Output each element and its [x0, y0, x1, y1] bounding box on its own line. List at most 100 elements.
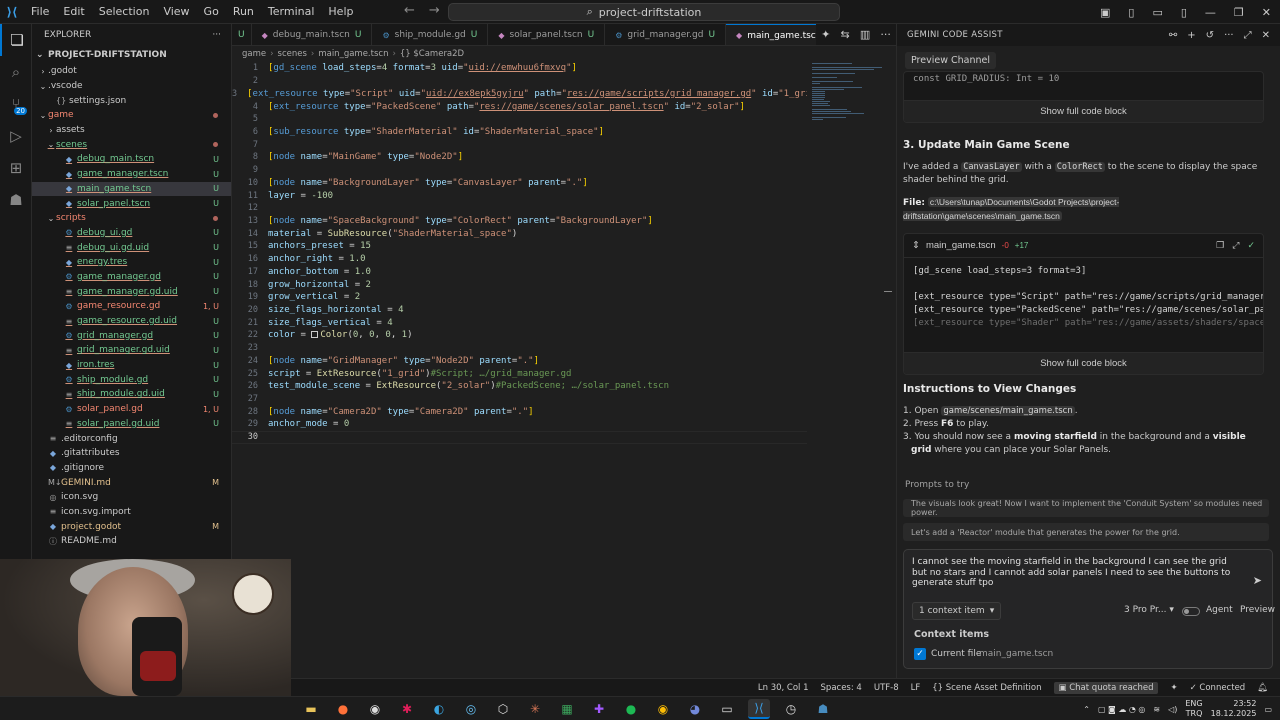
- menu-help[interactable]: Help: [321, 5, 360, 18]
- show-full-code-button[interactable]: Show full code block: [904, 352, 1263, 374]
- tree-item[interactable]: ≡ icon.svg.import: [32, 505, 231, 520]
- menu-edit[interactable]: Edit: [56, 5, 91, 18]
- new-chat-icon[interactable]: +: [1187, 30, 1195, 41]
- editor-tab[interactable]: ◆ solar_panel.tscn U: [488, 24, 606, 45]
- slack-icon[interactable]: ✱: [396, 699, 418, 719]
- minimize-icon[interactable]: —: [1196, 6, 1225, 19]
- restore-icon[interactable]: ❐: [1225, 6, 1253, 19]
- tree-item[interactable]: ◆ project.godot M: [32, 519, 231, 534]
- discord-icon[interactable]: ◕: [684, 699, 706, 719]
- tree-item[interactable]: ◆ energy.tres U: [32, 255, 231, 270]
- maximize-icon[interactable]: ⤢: [1244, 30, 1252, 41]
- volume-icon[interactable]: ◁): [1168, 705, 1177, 714]
- tree-item[interactable]: ⚙ game_manager.gd U: [32, 270, 231, 285]
- gemini-spark-icon[interactable]: ✦: [821, 28, 830, 41]
- sidebar-toggle-icon[interactable]: ▭: [1143, 6, 1171, 19]
- search-activity-icon[interactable]: ⌕: [0, 56, 32, 88]
- connection-status[interactable]: ✓ Connected: [1190, 683, 1246, 693]
- tray-overflow-icon[interactable]: ⌃: [1083, 705, 1090, 714]
- tree-item[interactable]: ◆ main_game.tscn U: [32, 181, 231, 197]
- tree-item[interactable]: ◆ solar_panel.tscn U: [32, 196, 231, 211]
- steam-icon[interactable]: ◎: [460, 699, 482, 719]
- input-language[interactable]: ENG TRQ: [1185, 699, 1202, 719]
- close-icon[interactable]: ✕: [1262, 30, 1270, 41]
- editor-tab[interactable]: ⚙ grid_manager.gd U: [605, 24, 727, 45]
- editor-tab[interactable]: ◆ debug_main.tscn U: [252, 24, 373, 45]
- show-full-code-button[interactable]: Show full code block: [904, 100, 1263, 122]
- run-debug-icon[interactable]: ▷: [0, 120, 32, 152]
- indentation[interactable]: Spaces: 4: [821, 683, 862, 693]
- file-path[interactable]: c:\Users\tunap\Documents\Godot Projects\…: [903, 197, 1120, 221]
- menu-run[interactable]: Run: [226, 5, 261, 18]
- unity-icon[interactable]: ⬡: [492, 699, 514, 719]
- language-mode[interactable]: {} Scene Asset Definition: [932, 683, 1041, 693]
- tree-item[interactable]: ≡ game_resource.gd.uid U: [32, 314, 231, 329]
- compare-icon[interactable]: ⇆: [840, 28, 849, 41]
- accept-icon[interactable]: ✓: [1247, 240, 1255, 251]
- command-center-search[interactable]: ⌕ project-driftstation: [448, 3, 840, 21]
- collapse-icon[interactable]: ⇕: [912, 240, 920, 251]
- godot-icon[interactable]: ☗: [0, 184, 32, 216]
- code-editor[interactable]: 1 [gd_scene load_steps=4 format=3 uid="ui…: [232, 62, 807, 462]
- tab-overflow[interactable]: U: [232, 24, 252, 45]
- tree-item[interactable]: ◆ .gitattributes: [32, 446, 231, 461]
- tree-item[interactable]: ≡ debug_ui.gd.uid U: [32, 240, 231, 255]
- menu-file[interactable]: File: [24, 5, 56, 18]
- expand-icon[interactable]: ⤢: [1232, 240, 1239, 251]
- gemini-spark-icon[interactable]: ✦: [1170, 683, 1177, 693]
- wifi-icon[interactable]: ≋: [1153, 705, 1160, 714]
- tree-item[interactable]: ≡ grid_manager.gd.uid U: [32, 343, 231, 358]
- terminal-icon[interactable]: ▭: [716, 699, 738, 719]
- forward-arrow-icon[interactable]: →: [429, 3, 440, 18]
- chat-input[interactable]: I cannot see the moving starfield in the…: [912, 557, 1242, 589]
- secondary-sidebar-icon[interactable]: ▯: [1172, 6, 1196, 19]
- system-clock[interactable]: 23:52 18.12.2025: [1211, 699, 1257, 719]
- workspace-root[interactable]: ⌄ PROJECT-DRIFTSTATION: [32, 46, 231, 64]
- copy-icon[interactable]: ❐: [1216, 240, 1224, 251]
- suggested-prompt[interactable]: Let's add a 'Reactor' module that genera…: [903, 523, 1269, 541]
- tree-item[interactable]: › assets: [32, 123, 231, 138]
- tree-item[interactable]: ⌄ game: [32, 108, 231, 123]
- chrome-icon[interactable]: ◉: [652, 699, 674, 719]
- more-actions-icon[interactable]: ···: [212, 30, 221, 40]
- tree-item[interactable]: ⌄ .vscode: [32, 79, 231, 94]
- clock-app-icon[interactable]: ◷: [780, 699, 802, 719]
- more-icon[interactable]: ···: [880, 28, 891, 41]
- menu-selection[interactable]: Selection: [92, 5, 157, 18]
- tree-item[interactable]: › .godot: [32, 64, 231, 79]
- breadcrumb-item[interactable]: {} $Camera2D: [400, 49, 464, 59]
- split-editor-icon[interactable]: ▥: [860, 28, 870, 41]
- notifications-icon[interactable]: 🔔︎: [1257, 683, 1268, 693]
- tree-item[interactable]: ◆ iron.tres U: [32, 358, 231, 373]
- vscode-icon[interactable]: ⟩⟨: [748, 699, 770, 719]
- breadcrumb-item[interactable]: game: [242, 49, 266, 59]
- godot-taskbar-icon[interactable]: ☗: [812, 699, 834, 719]
- tree-item[interactable]: ⚙ debug_ui.gd U: [32, 226, 231, 241]
- tree-item[interactable]: ◆ game_manager.tscn U: [32, 167, 231, 182]
- panel-toggle-icon[interactable]: ▯: [1119, 6, 1143, 19]
- tree-item[interactable]: M↓ GEMINI.md M: [32, 475, 231, 490]
- back-arrow-icon[interactable]: ←: [404, 3, 415, 18]
- claude-icon[interactable]: ✳: [524, 699, 546, 719]
- current-file-checkbox[interactable]: ✓: [914, 648, 926, 660]
- github-icon[interactable]: ◉: [364, 699, 386, 719]
- tree-item[interactable]: ◆ debug_main.tscn U: [32, 152, 231, 167]
- firefox-icon[interactable]: ●: [332, 699, 354, 719]
- preview-channel-button[interactable]: Preview Channel: [905, 52, 997, 69]
- tree-item[interactable]: ⚙ solar_panel.gd 1, U: [32, 402, 231, 417]
- tree-item[interactable]: {} settings.json: [32, 93, 231, 108]
- link-icon[interactable]: ⚯: [1169, 30, 1177, 41]
- send-icon[interactable]: ➤: [1253, 574, 1262, 587]
- tree-item[interactable]: ≡ game_manager.gd.uid U: [32, 284, 231, 299]
- tree-item[interactable]: ⌄ scenes: [32, 137, 231, 152]
- history-icon[interactable]: ↺: [1206, 30, 1214, 41]
- tray-apps-icons[interactable]: ▢ ◙ ☁ ◔ ◎: [1098, 705, 1145, 714]
- model-selector[interactable]: 3 Pro Pr... ▾: [1124, 605, 1174, 615]
- breadcrumb-item[interactable]: scenes: [278, 49, 307, 59]
- suggested-prompt[interactable]: The visuals look great! Now I want to im…: [903, 499, 1269, 517]
- spotify-icon[interactable]: ●: [620, 699, 642, 719]
- editor-tab[interactable]: ⚙ ship_module.gd U: [372, 24, 489, 45]
- chat-quota-status[interactable]: ▣ Chat quota reached: [1053, 681, 1159, 694]
- layout-toggle-icon[interactable]: ▣: [1091, 6, 1119, 19]
- tree-item[interactable]: ⚙ ship_module.gd U: [32, 372, 231, 387]
